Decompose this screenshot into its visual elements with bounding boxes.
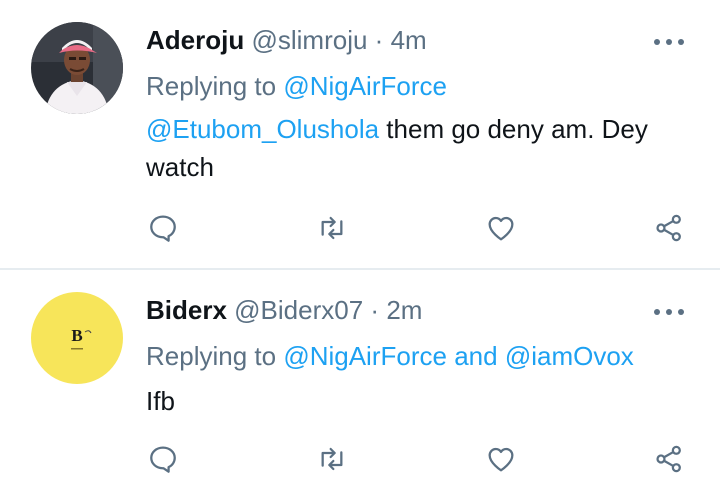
tweet[interactable]: Aderoju @slimroju · 4m Replying to @NigA… <box>0 0 720 270</box>
tweet-header: Aderoju @slimroju · 4m <box>146 24 427 56</box>
reply-icon[interactable] <box>146 211 180 245</box>
action-bar <box>146 442 694 478</box>
reply-icon[interactable] <box>146 442 180 476</box>
handle[interactable]: @Biderx07 <box>234 295 363 325</box>
tweet-header: Biderx @Biderx07 · 2m <box>146 294 422 326</box>
replying-to: Replying to @NigAirForce <box>146 70 447 102</box>
retweet-icon[interactable] <box>315 211 349 245</box>
action-bar <box>146 211 694 247</box>
reply-mention-link[interactable]: @NigAirForce <box>283 341 447 371</box>
tweet-text: Ifb <box>146 382 686 420</box>
tweet-body: Ifb <box>146 386 175 416</box>
timestamp[interactable]: 4m <box>391 25 427 55</box>
retweet-icon[interactable] <box>315 442 349 476</box>
replying-prefix: Replying to <box>146 71 277 101</box>
avatar-logo-letter: B <box>71 326 82 345</box>
tweet-text: @Etubom_Olushola them go deny am. Dey wa… <box>146 110 686 186</box>
avatar[interactable]: B <box>31 292 123 384</box>
avatar-photo <box>31 22 123 114</box>
avatar[interactable] <box>31 22 123 114</box>
timestamp[interactable]: 2m <box>386 295 422 325</box>
display-name[interactable]: Aderoju <box>146 25 244 55</box>
share-icon[interactable] <box>652 442 686 476</box>
tweet[interactable]: B Biderx @Biderx07 · 2m Replying to @Nig… <box>0 270 720 499</box>
like-icon[interactable] <box>484 442 518 476</box>
replying-to: Replying to @NigAirForce and @iamOvox <box>146 340 634 372</box>
avatar-logo: B <box>31 292 123 384</box>
more-icon[interactable] <box>654 308 684 316</box>
handle[interactable]: @slimroju <box>251 25 367 55</box>
separator: · <box>374 25 384 55</box>
reply-mention-link[interactable]: @iamOvox <box>505 341 634 371</box>
share-icon[interactable] <box>652 211 686 245</box>
separator: · <box>370 295 380 325</box>
replying-prefix: Replying to <box>146 341 277 371</box>
mention-link[interactable]: @Etubom_Olushola <box>146 114 379 144</box>
reply-mention-link[interactable]: @NigAirForce <box>283 71 447 101</box>
replying-and[interactable]: and <box>454 341 497 371</box>
display-name[interactable]: Biderx <box>146 295 227 325</box>
like-icon[interactable] <box>484 211 518 245</box>
more-icon[interactable] <box>654 38 684 46</box>
